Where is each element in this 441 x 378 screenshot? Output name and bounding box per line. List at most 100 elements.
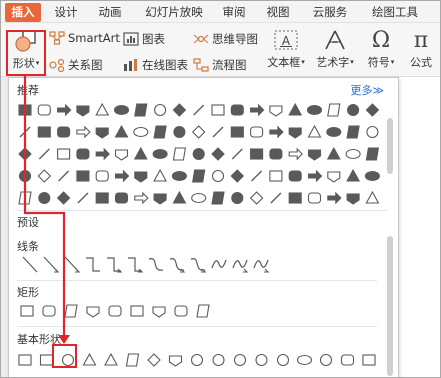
shape-option[interactable] [230,104,244,116]
shape-option[interactable] [270,192,282,204]
shape-option[interactable] [250,103,265,117]
shape-option[interactable] [153,193,167,205]
shape-option[interactable] [307,149,322,161]
shape-option[interactable] [38,191,51,205]
shape-option[interactable] [269,125,284,139]
relation-diagram-button[interactable]: 关系图 [49,57,103,73]
shape-option[interactable] [327,171,341,183]
shape-option[interactable] [114,169,130,183]
recommended-scrollbar[interactable] [387,118,393,174]
shape-option[interactable] [104,352,118,366]
shape-option[interactable] [114,124,129,138]
shape-option[interactable] [39,354,54,366]
shape-option[interactable] [327,191,342,205]
shape-option[interactable] [326,126,342,138]
shape-option[interactable] [56,191,71,205]
shape-option[interactable] [174,305,188,317]
shape-option[interactable] [38,148,50,160]
line-option[interactable] [232,259,249,273]
shape-option[interactable] [154,103,167,117]
shape-option[interactable] [276,353,290,367]
shape-option[interactable] [113,104,130,116]
shape-option[interactable] [172,103,187,117]
shape-option[interactable] [147,353,161,367]
mindmap-button[interactable]: 思维导图 [193,31,258,47]
shape-option[interactable] [168,355,183,367]
shape-option[interactable] [307,169,323,183]
shape-option[interactable] [211,147,225,161]
shape-option[interactable] [364,170,380,182]
shape-option[interactable] [269,170,283,182]
shape-option[interactable] [125,353,140,367]
shape-option[interactable] [37,126,51,138]
preset-scrollbar[interactable] [387,236,393,376]
shape-option[interactable] [37,104,51,116]
shape-option[interactable] [340,354,355,366]
shape-option[interactable] [42,305,56,317]
shape-option[interactable] [192,147,205,161]
shape-option[interactable] [82,352,97,366]
shape-option[interactable] [57,148,71,160]
shape-option[interactable] [211,191,225,205]
shape-option[interactable] [307,124,322,138]
shape-option[interactable] [288,102,303,116]
shape-option[interactable] [365,190,380,204]
shape-option[interactable] [77,192,89,204]
shape-option[interactable] [114,192,129,204]
shape-option[interactable] [191,192,207,204]
shape-option[interactable] [192,169,206,183]
shape-option[interactable] [193,104,205,116]
lines-shapes-row[interactable] [13,254,385,276]
shape-option[interactable] [57,103,72,117]
shape-option[interactable] [37,169,52,183]
symbol-button[interactable]: Ω 符号 ▾ [363,29,399,70]
shape-option[interactable] [288,147,303,161]
rect-shapes-row[interactable] [13,300,385,322]
shape-option[interactable] [18,169,32,183]
shape-option[interactable] [231,191,244,205]
shape-option[interactable] [212,353,225,367]
shape-option[interactable] [250,126,264,138]
tab-insert[interactable]: 插入 [5,3,41,22]
shape-option[interactable] [306,104,323,116]
shape-option[interactable] [191,125,206,139]
shape-option[interactable] [134,191,149,205]
shape-option[interactable] [365,147,380,161]
shape-option[interactable] [212,126,224,138]
shape-option[interactable] [152,148,168,160]
shape-option[interactable] [211,169,225,183]
tab-animation[interactable]: 动画 [93,3,127,22]
shape-option[interactable] [211,104,225,116]
shape-option[interactable] [64,304,78,318]
shape-option[interactable] [173,125,186,139]
shape-option[interactable] [326,146,341,160]
textbox-button[interactable]: A 文本框 ▾ [263,29,309,70]
shape-option[interactable] [288,127,302,139]
formula-button[interactable]: π 公式 [403,29,439,70]
shape-option[interactable] [269,105,283,117]
shape-option[interactable] [347,103,360,117]
shape-option[interactable] [18,104,32,116]
shape-option[interactable] [296,354,313,366]
tab-slideshow[interactable]: 幻灯片放映 [141,3,207,22]
shape-option[interactable] [255,353,268,367]
shape-option[interactable] [153,125,167,139]
shape-option[interactable] [108,305,122,317]
more-link[interactable]: 更多≫ [350,82,384,98]
line-option[interactable] [64,256,81,273]
shape-option[interactable] [346,125,360,139]
shape-option[interactable] [366,125,379,139]
smartart-button[interactable]: SmartArt [49,31,120,45]
shape-option[interactable] [95,102,110,116]
shape-option[interactable] [365,103,380,117]
shape-option[interactable] [327,103,341,117]
line-option[interactable] [190,258,207,273]
shape-option[interactable] [307,192,322,204]
shape-option[interactable] [251,170,263,182]
shape-option[interactable] [86,306,100,318]
shape-option[interactable] [233,353,247,367]
shape-option[interactable] [76,125,91,139]
shape-option[interactable] [18,354,32,366]
shape-option[interactable] [190,353,204,367]
tab-review[interactable]: 审阅 [217,3,251,22]
